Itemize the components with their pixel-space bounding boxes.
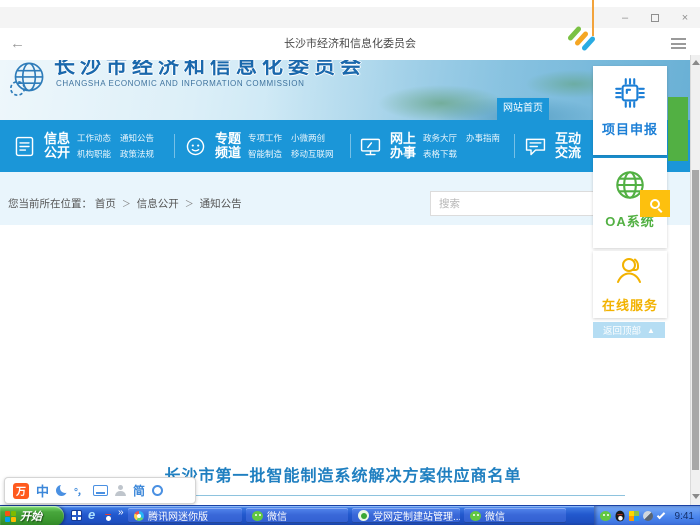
- chip-icon: [612, 75, 648, 111]
- nav-sublink-small-biz[interactable]: 小微两创: [291, 132, 325, 144]
- close-icon[interactable]: ×: [678, 11, 692, 25]
- side-panel-label: 项目申报: [593, 119, 667, 138]
- nav-sublink-form-download[interactable]: 表格下载: [423, 148, 457, 160]
- ime-halfwidth-icon[interactable]: [56, 485, 67, 496]
- breadcrumb-separator: ＞: [122, 199, 131, 209]
- headset-icon: [613, 253, 647, 287]
- channel-icon: [183, 134, 208, 159]
- system-tray: 9:41: [594, 506, 700, 525]
- search-icon: [650, 199, 660, 209]
- clock[interactable]: 9:41: [675, 511, 694, 522]
- side-panel-project-button[interactable]: 项目申报: [593, 66, 667, 155]
- window-controls: – ×: [618, 7, 692, 28]
- floating-widget-icon[interactable]: [566, 26, 598, 52]
- chat-icon: [523, 134, 548, 159]
- scrollbar[interactable]: [690, 55, 700, 505]
- compass-icon: [134, 511, 144, 521]
- side-panel-online-service-button[interactable]: 在线服务: [593, 251, 667, 318]
- nav-item-special-channels[interactable]: 专题频道 专项工作 小微两创 智能制造 移动互联网: [183, 120, 334, 172]
- taskbar-task-tencent-mini[interactable]: 腾讯网迷你版: [128, 508, 242, 523]
- nav-item-online-services[interactable]: 网上办事 政务大厅 办事指南 表格下载: [358, 120, 500, 172]
- nav-sublinks: 专项工作 小微两创 智能制造 移动互联网: [248, 132, 334, 160]
- nav-sublink-duties[interactable]: 机构职能: [77, 148, 111, 160]
- restore-icon[interactable]: [648, 11, 662, 25]
- nav-item-title: 信息公开: [44, 132, 70, 160]
- nav-item-title: 互动交流: [555, 132, 581, 160]
- nav-sublink-smart-mfg[interactable]: 智能制造: [248, 148, 282, 160]
- internet-explorer-icon[interactable]: e: [88, 508, 95, 522]
- nav-item-info-disclosure[interactable]: 信息公开 工作动态 通知公告 机构职能 政策法规: [12, 120, 154, 172]
- wechat-icon: [470, 511, 481, 521]
- nav-sublink-guide[interactable]: 办事指南: [466, 132, 500, 144]
- user-icon[interactable]: [115, 485, 126, 496]
- site-logo-icon: [4, 60, 52, 103]
- breadcrumb-prefix: 您当前所在位置：: [8, 198, 92, 210]
- qq-tray-icon[interactable]: [616, 511, 625, 522]
- ime-brand-icon[interactable]: 万: [13, 483, 29, 499]
- breadcrumb-home[interactable]: 首页: [95, 198, 116, 210]
- nav-sublinks: 政务大厅 办事指南 表格下载: [423, 132, 500, 160]
- wechat-tray-icon[interactable]: [600, 511, 611, 521]
- site-home-button[interactable]: 网站首页: [497, 98, 549, 120]
- nav-divider: [514, 134, 515, 158]
- nav-item-title: 网上办事: [390, 132, 416, 160]
- side-panel-label: 在线服务: [593, 295, 667, 314]
- back-to-top-button[interactable]: 返回顶部▲: [593, 322, 665, 338]
- taskbar-task-site-builder[interactable]: 党网定制建站管理...: [352, 508, 460, 523]
- windows-logo-icon: [5, 511, 16, 522]
- screen: – × ← 长沙市经济和信息化委员会 长沙市经济和信息化委员会 CHANGSHA…: [0, 0, 700, 525]
- ime-punctuation-toggle[interactable]: °，: [74, 483, 86, 498]
- nav-sublink-policies[interactable]: 政策法规: [120, 148, 154, 160]
- taskbar-task-wechat-2[interactable]: 微信: [464, 508, 566, 523]
- wechat-icon: [252, 511, 263, 521]
- gear-icon[interactable]: [152, 485, 163, 496]
- taskbar: 开始 e » 腾讯网迷你版 微信 党网定制建站管理... 微信 9:41: [0, 505, 700, 525]
- nav-item-title: 专题频道: [215, 132, 241, 160]
- minimize-icon[interactable]: –: [618, 11, 632, 25]
- security-check-icon[interactable]: [657, 511, 665, 519]
- site-builder-icon: [358, 510, 369, 521]
- ime-simplified-toggle[interactable]: 简: [133, 482, 145, 499]
- start-button[interactable]: 开始: [0, 506, 64, 525]
- breadcrumb-separator: ＞: [185, 199, 194, 209]
- nav-sublink-mobile-internet[interactable]: 移动互联网: [291, 148, 334, 160]
- nav-sublink-work-news[interactable]: 工作动态: [77, 132, 111, 144]
- app-grid-tray-icon[interactable]: [629, 511, 639, 521]
- breadcrumb-info-disclosure[interactable]: 信息公开: [137, 198, 179, 210]
- up-arrow-icon: ▲: [647, 326, 655, 335]
- keyboard-icon[interactable]: [93, 485, 108, 496]
- nav-divider: [350, 134, 351, 158]
- ime-toolbar[interactable]: 万 中 °， 简: [4, 477, 196, 504]
- search-input[interactable]: [430, 191, 612, 216]
- site-name-en: CHANGSHA ECONOMIC AND INFORMATION COMMIS…: [56, 79, 305, 88]
- window-titlebar: – ×: [0, 7, 700, 28]
- nav-divider: [174, 134, 175, 158]
- breadcrumb-notices[interactable]: 通知公告: [200, 198, 242, 210]
- search-button[interactable]: [640, 190, 670, 217]
- nav-sublink-notices[interactable]: 通知公告: [120, 132, 154, 144]
- nav-sublinks: 工作动态 通知公告 机构职能 政策法规: [77, 132, 154, 160]
- taskbar-task-wechat[interactable]: 微信: [246, 508, 348, 523]
- scroll-up-icon[interactable]: [692, 60, 700, 65]
- scrollbar-thumb[interactable]: [692, 170, 699, 470]
- scroll-down-icon[interactable]: [692, 494, 700, 499]
- site-name-cn: 长沙市经济和信息化委员会: [54, 60, 366, 80]
- document-icon: [12, 134, 37, 159]
- monitor-icon: [358, 134, 383, 159]
- quicklaunch-app-icon[interactable]: [71, 510, 82, 521]
- menu-icon[interactable]: [671, 38, 686, 50]
- overflow-chevron-icon[interactable]: »: [118, 507, 124, 518]
- nav-item-interaction[interactable]: 互动交流: [523, 120, 581, 172]
- side-tab-green[interactable]: [668, 97, 688, 161]
- swirl-tray-icon[interactable]: [643, 511, 653, 521]
- ime-language-toggle[interactable]: 中: [36, 481, 49, 500]
- nav-sublink-special-work[interactable]: 专项工作: [248, 132, 282, 144]
- breadcrumb: 您当前所在位置： 首页 ＞ 信息公开 ＞ 通知公告: [8, 196, 242, 211]
- nav-sublink-gov-hall[interactable]: 政务大厅: [423, 132, 457, 144]
